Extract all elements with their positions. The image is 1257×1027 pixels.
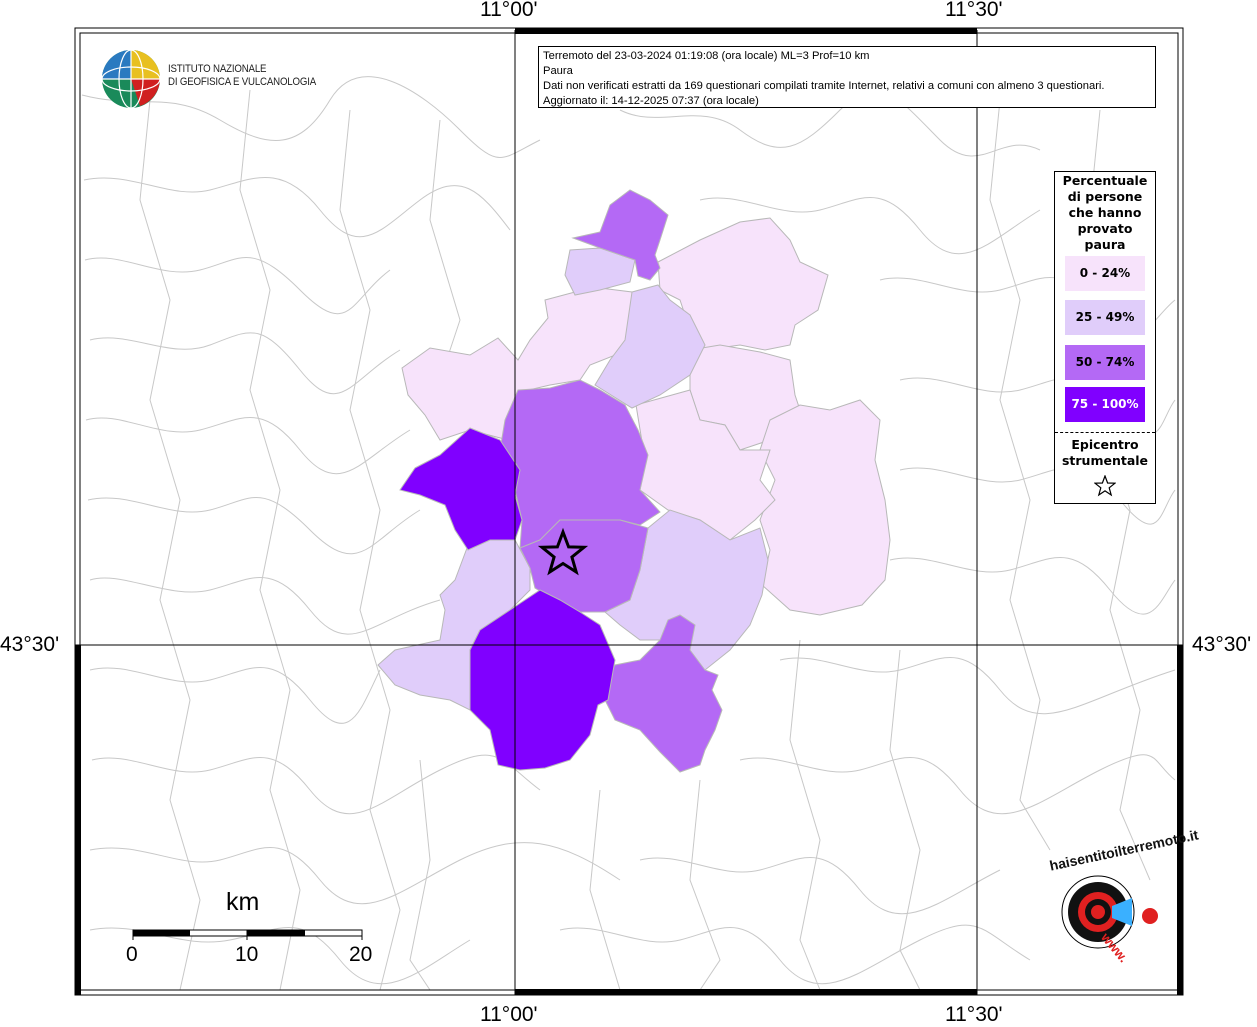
scale-tick-0: 0 (126, 943, 138, 966)
legend-item-25-49: 25 - 49% (1065, 300, 1145, 335)
legend-title-line: Percentuale (1062, 173, 1148, 188)
data-note: Dati non verificati estratti da 169 ques… (543, 80, 1105, 92)
legend-item-75-100: 75 - 100% (1065, 387, 1145, 422)
ingv-name: ISTITUTO NAZIONALE DI GEOFISICA E VULCAN… (168, 63, 316, 89)
scale-bar (132, 929, 363, 940)
legend-item-50-74: 50 - 74% (1065, 345, 1145, 380)
legend: Percentuale di persone che hanno provato… (1054, 171, 1156, 504)
update-timestamp: Aggiornato il: 14-12-2025 07:37 (ora loc… (543, 95, 759, 107)
municipality-75-100 (399, 427, 523, 551)
lon-label-bottom-right: 11°30' (945, 1003, 1003, 1026)
lon-label-top-right: 11°30' (945, 0, 1003, 21)
lon-label-bottom-left: 11°00' (480, 1003, 538, 1026)
lon-label-top-left: 11°00' (480, 0, 538, 21)
legend-title-line: di persone (1067, 189, 1143, 204)
lat-label-right: 43°30' (1192, 633, 1252, 656)
haisentito-watermark: haisentitoilterremoto.it www. (1040, 826, 1200, 972)
event-info-box: Terremoto del 23-03-2024 01:19:08 (ora l… (538, 46, 1156, 108)
lat-label-left: 43°30' (0, 633, 60, 656)
legend-title-line: che hanno (1068, 205, 1142, 220)
epicenter-legend-title: Epicentro strumentale (1055, 437, 1155, 469)
municipality-0-24 (759, 399, 891, 616)
scale-tick-10: 10 (235, 943, 259, 966)
legend-item-0-24: 0 - 24% (1065, 256, 1145, 291)
ingv-name-line1: ISTITUTO NAZIONALE (168, 63, 267, 75)
map-subject: Paura (543, 65, 573, 77)
event-title: Terremoto del 23-03-2024 01:19:08 (ora l… (543, 50, 870, 62)
legend-divider (1055, 432, 1155, 433)
ingv-name-line2: DI GEOFISICA E VULCANOLOGIA (168, 76, 317, 88)
watermark-www-text: www. (1098, 929, 1132, 966)
legend-title-line: provato (1077, 221, 1133, 236)
legend-title: Percentuale di persone che hanno provato… (1055, 173, 1155, 253)
epicenter-legend-line: Epicentro (1071, 437, 1139, 452)
epicenter-legend-star-icon (1094, 475, 1116, 497)
epicenter-legend-line: strumentale (1061, 453, 1149, 468)
legend-title-line: paura (1084, 237, 1126, 252)
scale-unit: km (226, 888, 260, 916)
ingv-globe-icon (101, 49, 161, 109)
scale-tick-20: 20 (349, 943, 373, 966)
municipalities-colored (377, 189, 891, 773)
